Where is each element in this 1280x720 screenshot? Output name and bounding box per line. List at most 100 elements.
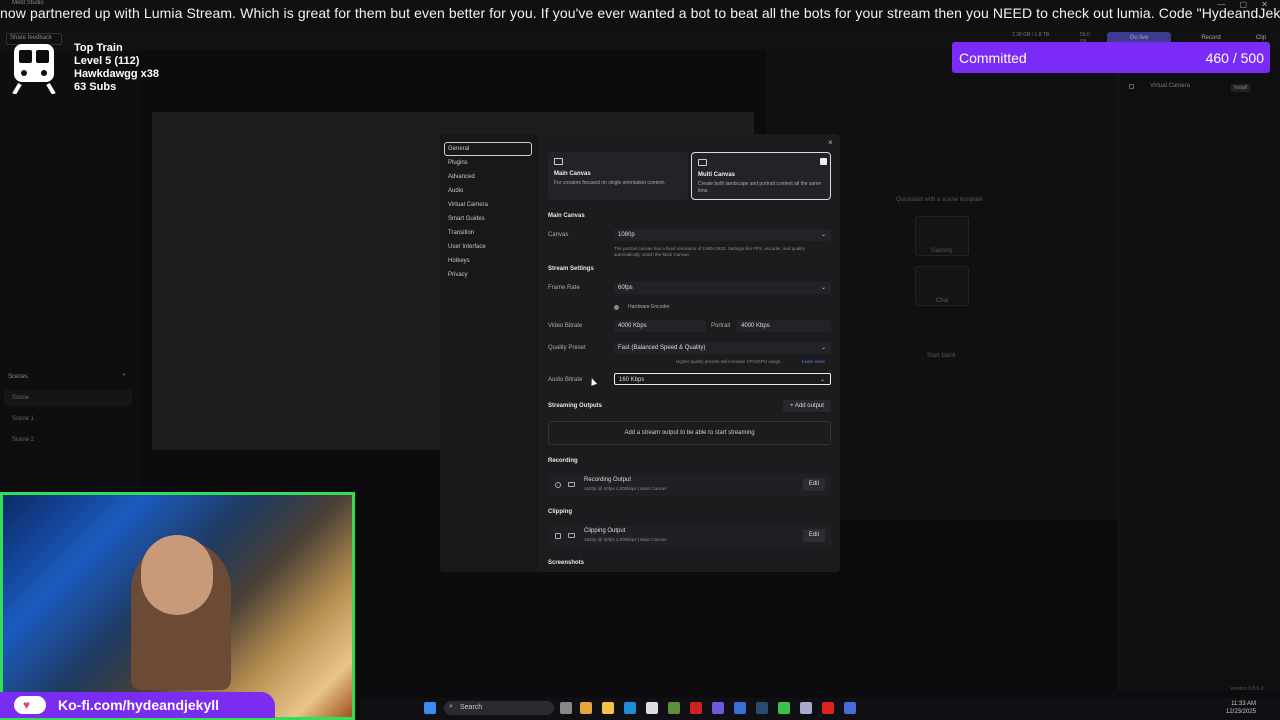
right-panel: Virtual Camera Install: [1118, 50, 1280, 690]
version-label: Version 0.8.6.3: [1230, 686, 1264, 692]
steam-icon[interactable]: [756, 702, 768, 714]
clip-icon: [555, 533, 561, 539]
store-icon[interactable]: [646, 702, 658, 714]
nav-item-general[interactable]: General: [448, 146, 469, 152]
add-scene-button[interactable]: +: [122, 372, 126, 379]
recording-output-sub: 1620p @ 60fps 4,000kbps | Main Canvas: [584, 486, 667, 491]
taskbar-search-label: Search: [460, 704, 483, 711]
main-canvas-heading: Main Canvas: [548, 213, 585, 219]
add-output-button[interactable]: + Add output: [783, 400, 831, 412]
virtual-camera-label: Virtual Camera: [1150, 83, 1190, 89]
left-panel: [0, 50, 140, 500]
app-icon[interactable]: [734, 702, 746, 714]
nav-item-transition[interactable]: Transition: [448, 230, 474, 236]
scene-item[interactable]: Scene: [12, 395, 29, 401]
taskbar-clock[interactable]: 11:33 AM 12/23/2025: [1226, 700, 1256, 716]
window-controls[interactable]: — ▢ ✕: [1217, 0, 1274, 9]
kofi-banner: ♥ Ko-fi.com/hydeandjekyll: [0, 692, 275, 718]
frame-rate-value: 60fps: [618, 285, 633, 291]
app-icon[interactable]: [668, 702, 680, 714]
template-gaming-label: Gaming: [931, 248, 953, 254]
nav-item-user-interface[interactable]: User Interface: [448, 244, 486, 250]
template-chat-label: Chat: [936, 298, 949, 304]
app-icon[interactable]: [778, 702, 790, 714]
app-icon[interactable]: [800, 702, 812, 714]
discord-icon[interactable]: [712, 702, 724, 714]
nav-item-privacy[interactable]: Privacy: [448, 272, 468, 278]
nav-item-hotkeys[interactable]: Hotkeys: [448, 258, 470, 264]
video-bitrate-input[interactable]: 4000 Kbps: [614, 320, 706, 332]
search-icon: ⌕: [449, 703, 453, 710]
chevron-down-icon: ⌄: [819, 377, 825, 383]
multi-canvas-desc: Create both landscape and portrait conte…: [698, 181, 822, 194]
title-bar: Meld Studio: [0, 0, 1280, 8]
frame-rate-select[interactable]: 60fps ⌄: [614, 282, 831, 294]
record-icon: [555, 482, 561, 488]
hype-goal-progress: 460 / 500: [1205, 50, 1264, 66]
hype-goal-label: Committed: [959, 50, 1027, 66]
scene-item[interactable]: Scene 2: [12, 437, 34, 443]
start-blank-button[interactable]: Start blank: [927, 353, 956, 359]
audio-bitrate-value: 160 Kbps: [619, 377, 645, 383]
learn-more-link[interactable]: Learn more: [802, 359, 825, 365]
clipping-output-sub: 1620p @ 60fps 4,000kbps | Main Canvas: [584, 537, 667, 542]
recording-heading: Recording: [548, 458, 578, 464]
install-button[interactable]: Install: [1231, 84, 1251, 92]
train-level: Level 5 (112): [74, 55, 140, 67]
heart-icon: ♥: [23, 698, 31, 712]
disk-usage-stat: 7.38 GB / 1.8 TB: [1012, 32, 1050, 38]
fps-stat: 59.0: [1080, 32, 1090, 38]
quality-preset-select[interactable]: Fast (Balanced Speed & Quality) ⌄: [614, 342, 831, 354]
nav-item-virtual-camera[interactable]: Virtual Camera: [448, 202, 488, 208]
meld-studio-icon[interactable]: [844, 702, 856, 714]
portrait-bitrate-input[interactable]: 4000 Kbps: [737, 320, 831, 332]
chevron-down-icon: ⌄: [820, 232, 826, 238]
canvas-select[interactable]: 1080p ⌄: [614, 229, 831, 241]
chevron-down-icon: ⌄: [820, 345, 826, 351]
close-icon[interactable]: ×: [828, 138, 833, 147]
portrait-label: Portrait: [711, 323, 731, 329]
kofi-cup-icon: ♥: [14, 696, 46, 714]
nav-item-smart-guides[interactable]: Smart Guides: [448, 216, 485, 222]
app-icon[interactable]: [822, 702, 834, 714]
nav-item-advanced[interactable]: Advanced: [448, 174, 475, 180]
scenes-title: Scenes: [8, 374, 29, 380]
hardware-encoder-toggle[interactable]: [614, 305, 619, 310]
nav-item-audio[interactable]: Audio: [448, 188, 463, 194]
streamer-head: [141, 535, 213, 615]
monitor-icon: [554, 158, 563, 165]
quality-preset-label: Quality Preset: [548, 345, 586, 351]
multi-canvas-title: Multi Canvas: [698, 172, 736, 178]
quickstart-label: Quickstart with a scene template: [896, 197, 983, 203]
windows-start-icon[interactable]: [424, 702, 436, 714]
edge-icon[interactable]: [624, 702, 636, 714]
checked-icon[interactable]: [820, 158, 827, 165]
clipping-output-title: Clipping Output: [584, 528, 626, 534]
audio-bitrate-select[interactable]: 160 Kbps ⌄: [614, 373, 831, 385]
multi-canvas-option[interactable]: Multi Canvas Create both landscape and p…: [691, 152, 831, 200]
monitor-icon: [568, 533, 575, 538]
scene-item[interactable]: Scene 1: [12, 416, 34, 422]
taskbar-search-input[interactable]: ⌕ Search: [444, 701, 554, 715]
audio-bitrate-label: Audio Bitrate: [548, 377, 583, 383]
hardware-encoder-label: Hardware Encoder: [628, 304, 670, 310]
quality-hint: Higher quality presets will increase CPU…: [676, 359, 782, 364]
edit-clipping-button[interactable]: Edit: [803, 529, 825, 542]
monitor-icon: [568, 482, 575, 487]
recording-output-title: Recording Output: [584, 477, 632, 483]
video-bitrate-label: Video Bitrate: [548, 323, 583, 329]
clipping-output-row: Clipping Output 1620p @ 60fps 4,000kbps …: [548, 525, 831, 547]
train-title: Top Train: [74, 42, 123, 54]
edit-recording-button[interactable]: Edit: [803, 478, 825, 491]
app-icon[interactable]: [580, 702, 592, 714]
task-view-icon[interactable]: [560, 702, 572, 714]
kofi-text: Ko-fi.com/hydeandjekyll: [58, 697, 220, 713]
screenshots-heading: Screenshots: [548, 560, 585, 566]
outputs-empty-box: Add a stream output to be able to start …: [548, 421, 831, 445]
main-canvas-option[interactable]: Main Canvas For creators focused on sing…: [548, 152, 688, 200]
clock-date: 12/23/2025: [1226, 709, 1257, 715]
nav-item-plugins[interactable]: Plugins: [448, 160, 468, 166]
file-explorer-icon[interactable]: [602, 702, 614, 714]
frame-rate-label: Frame Rate: [548, 285, 580, 291]
app-icon[interactable]: [690, 702, 702, 714]
